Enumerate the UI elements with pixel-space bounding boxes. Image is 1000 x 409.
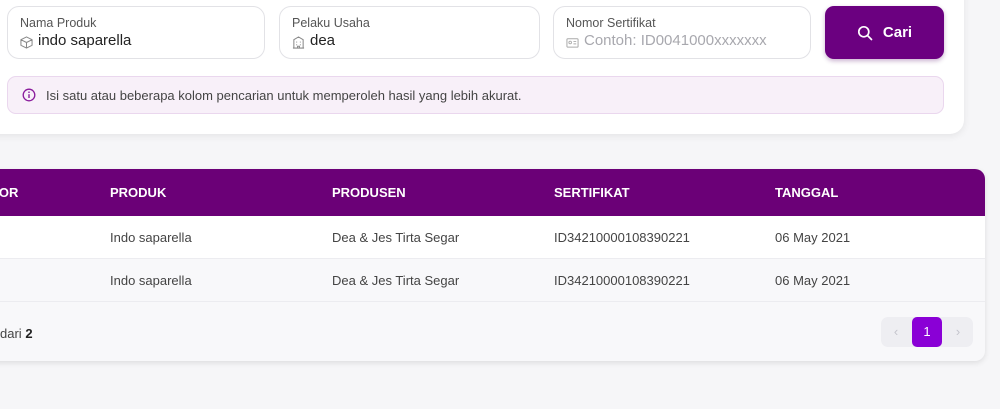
next-page-button[interactable]: › <box>943 317 973 347</box>
column-header-nomor: MOR <box>0 185 19 200</box>
prev-page-button[interactable]: ‹ <box>881 317 911 347</box>
building-icon <box>292 36 305 49</box>
nama-produk-input[interactable]: indo saparella <box>38 32 131 49</box>
result-count: dari 2 <box>0 326 33 341</box>
cell-tanggal: 06 May 2021 <box>775 230 851 245</box>
table-header: MOR PRODUK PRODUSEN SERTIFIKAT TANGGAL <box>0 169 985 216</box>
box-icon <box>20 36 33 49</box>
column-header-produk: PRODUK <box>110 185 167 200</box>
nomor-sertifikat-label: Nomor Sertifikat <box>566 16 656 30</box>
column-header-sertifikat: SERTIFIKAT <box>554 185 630 200</box>
search-button[interactable]: Cari <box>825 6 944 59</box>
pelaku-usaha-field[interactable]: Pelaku Usaha dea <box>279 6 540 59</box>
nomor-sertifikat-field[interactable]: Nomor Sertifikat Contoh: ID0041000xxxxxx… <box>553 6 811 59</box>
pelaku-usaha-input[interactable]: dea <box>310 32 335 49</box>
cell-tanggal: 06 May 2021 <box>775 273 851 288</box>
result-count-total: 2 <box>25 326 33 341</box>
table-row[interactable]: Indo saparella Dea & Jes Tirta Segar ID3… <box>0 216 985 259</box>
search-icon <box>857 25 873 40</box>
info-text: Isi satu atau beberapa kolom pencarian u… <box>46 87 522 103</box>
info-circle-icon <box>22 88 36 102</box>
column-header-produsen: PRODUSEN <box>332 185 406 200</box>
pagination: ‹ 1 › <box>881 317 973 347</box>
nama-produk-label: Nama Produk <box>20 16 97 30</box>
nomor-sertifikat-input[interactable]: Contoh: ID0041000xxxxxxx <box>584 32 767 49</box>
pelaku-usaha-label: Pelaku Usaha <box>292 16 370 30</box>
id-card-icon <box>566 38 579 48</box>
cell-produsen: Dea & Jes Tirta Segar <box>332 273 460 288</box>
search-button-label: Cari <box>882 24 913 41</box>
cell-produsen: Dea & Jes Tirta Segar <box>332 230 460 245</box>
results-table: MOR PRODUK PRODUSEN SERTIFIKAT TANGGAL I… <box>0 169 985 361</box>
cell-sertifikat: ID34210000108390221 <box>554 273 690 288</box>
table-row[interactable]: Indo saparella Dea & Jes Tirta Segar ID3… <box>0 259 985 302</box>
column-header-tanggal: TANGGAL <box>775 185 839 200</box>
info-message: Isi satu atau beberapa kolom pencarian u… <box>7 76 944 114</box>
page-1-button[interactable]: 1 <box>912 317 942 347</box>
cell-produk: Indo saparella <box>110 273 192 288</box>
result-count-prefix: dari <box>0 326 22 341</box>
cell-produk: Indo saparella <box>110 230 192 245</box>
nama-produk-field[interactable]: Nama Produk indo saparella <box>7 6 265 59</box>
cell-sertifikat: ID34210000108390221 <box>554 230 690 245</box>
